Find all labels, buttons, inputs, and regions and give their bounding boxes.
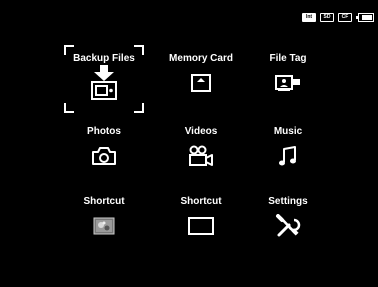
menu-item-label: Settings: [268, 196, 308, 207]
menu-item-videos[interactable]: Videos: [161, 118, 241, 180]
battery-icon: [356, 13, 374, 22]
menu-item-settings[interactable]: Settings: [248, 188, 328, 250]
internal-memory-icon: Int: [302, 13, 316, 22]
memory-card-icon: [184, 70, 218, 96]
cf-card-icon: CF: [338, 13, 352, 22]
file-tag-icon: [271, 70, 305, 96]
menu-item-photos[interactable]: Photos: [64, 118, 144, 180]
camera-icon: [87, 143, 121, 169]
status-bar: Int SD CF: [302, 13, 374, 22]
menu-item-label: Backup Files: [73, 53, 135, 64]
menu-item-music[interactable]: Music: [248, 118, 328, 180]
backup-icon: [87, 65, 121, 100]
menu-item-label: Shortcut: [83, 196, 125, 207]
menu-item-shortcut-2[interactable]: Shortcut: [161, 188, 241, 250]
music-note-icon: [271, 143, 305, 169]
settings-tools-icon: [271, 213, 305, 239]
menu-item-label: Music: [273, 126, 303, 137]
video-camera-icon: [184, 143, 218, 169]
menu-item-memory-card[interactable]: Memory Card: [161, 45, 241, 107]
menu-item-label: Photos: [87, 126, 121, 137]
sd-card-icon: SD: [320, 13, 334, 22]
menu-item-shortcut-1[interactable]: Shortcut: [64, 188, 144, 250]
menu-item-file-tag[interactable]: File Tag: [248, 45, 328, 107]
menu-item-label: Videos: [184, 126, 218, 137]
menu-item-label: Memory Card: [169, 53, 233, 64]
shortcut-image-icon: [87, 213, 121, 239]
screen: Int SD CF Backup Files Memory Card File …: [0, 0, 378, 287]
menu-item-backup-files[interactable]: Backup Files: [64, 45, 144, 107]
shortcut-empty-icon: [184, 213, 218, 239]
menu-item-label: File Tag: [269, 53, 307, 64]
menu-item-label: Shortcut: [180, 196, 222, 207]
battery-level-fill: [362, 15, 372, 20]
